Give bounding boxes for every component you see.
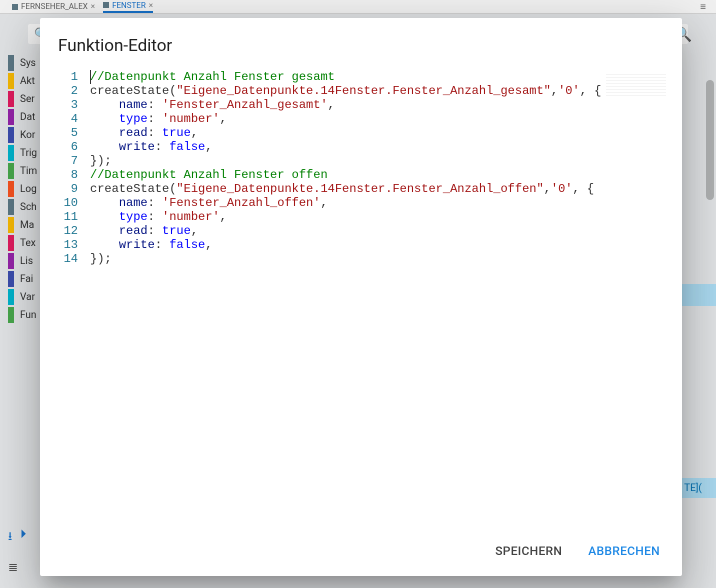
token-fn: , {: [573, 182, 595, 196]
code-line[interactable]: type: 'number',: [90, 112, 601, 126]
token-propname: read: [119, 126, 148, 140]
code-line[interactable]: //Datenpunkt Anzahl Fenster gesamt: [90, 70, 601, 84]
code-line[interactable]: type: 'number',: [90, 210, 601, 224]
token-fn: ,: [191, 224, 198, 238]
line-number: 5: [54, 126, 78, 140]
token-fn: });: [90, 154, 112, 168]
code-line[interactable]: read: true,: [90, 224, 601, 238]
line-number: 11: [54, 210, 78, 224]
line-number: 9: [54, 182, 78, 196]
dialog-actions: SPEICHERN ABBRECHEN: [40, 528, 682, 576]
token-type: type: [119, 210, 148, 224]
code-content[interactable]: //Datenpunkt Anzahl Fenster gesamtcreate…: [90, 70, 601, 266]
line-number: 1: [54, 70, 78, 84]
save-button[interactable]: SPEICHERN: [487, 538, 570, 564]
token-fn: ,: [544, 182, 551, 196]
code-line[interactable]: read: true,: [90, 126, 601, 140]
token-string: 'number': [162, 210, 220, 224]
code-line[interactable]: createState("Eigene_Datenpunkte.14Fenste…: [90, 84, 601, 98]
token-fn: ,: [205, 238, 212, 252]
cancel-button[interactable]: ABBRECHEN: [580, 538, 668, 564]
token-fn: });: [90, 252, 112, 266]
code-line[interactable]: write: false,: [90, 238, 601, 252]
dialog-title: Funktion-Editor: [40, 18, 682, 62]
token-comment: //Datenpunkt Anzahl Fenster offen: [90, 168, 328, 182]
token-comment: //Datenpunkt Anzahl Fenster gesamt: [90, 70, 335, 84]
line-number: 8: [54, 168, 78, 182]
token-fn: ,: [551, 84, 558, 98]
line-number: 3: [54, 98, 78, 112]
token-string: '0': [551, 182, 573, 196]
token-string: 'number': [162, 112, 220, 126]
token-colon: :: [148, 210, 162, 224]
code-line[interactable]: });: [90, 252, 601, 266]
code-line[interactable]: createState("Eigene_Datenpunkte.14Fenste…: [90, 182, 601, 196]
token-colon: :: [155, 140, 169, 154]
minimap[interactable]: [606, 74, 666, 98]
function-editor-dialog: Funktion-Editor 1234567891011121314 //Da…: [40, 18, 682, 576]
token-fn: ,: [205, 140, 212, 154]
token-string: 'Fenster_Anzahl_offen': [162, 196, 320, 210]
token-colon: :: [148, 196, 162, 210]
token-string: '0': [558, 84, 580, 98]
code-line[interactable]: name: 'Fenster_Anzahl_offen',: [90, 196, 601, 210]
token-propname: write: [119, 140, 155, 154]
code-line[interactable]: write: false,: [90, 140, 601, 154]
token-bool: true: [162, 224, 191, 238]
code-editor[interactable]: 1234567891011121314 //Datenpunkt Anzahl …: [54, 70, 668, 528]
token-fn: ,: [320, 196, 327, 210]
line-number: 2: [54, 84, 78, 98]
token-type: type: [119, 112, 148, 126]
line-number: 10: [54, 196, 78, 210]
token-fn: createState(: [90, 84, 176, 98]
line-number: 14: [54, 252, 78, 266]
line-number-gutter: 1234567891011121314: [54, 70, 84, 266]
token-bool: false: [169, 238, 205, 252]
token-string: "Eigene_Datenpunkte.14Fenster.Fenster_An…: [176, 84, 550, 98]
token-fn: ,: [220, 210, 227, 224]
line-number: 7: [54, 154, 78, 168]
token-bool: false: [169, 140, 205, 154]
token-colon: :: [148, 98, 162, 112]
token-colon: :: [155, 238, 169, 252]
code-line[interactable]: name: 'Fenster_Anzahl_gesamt',: [90, 98, 601, 112]
line-number: 12: [54, 224, 78, 238]
token-colon: :: [148, 224, 162, 238]
token-fn: ,: [328, 98, 335, 112]
token-propname: name: [119, 98, 148, 112]
token-fn: , {: [580, 84, 602, 98]
token-propname: name: [119, 196, 148, 210]
line-number: 13: [54, 238, 78, 252]
token-string: "Eigene_Datenpunkte.14Fenster.Fenster_An…: [176, 182, 543, 196]
token-string: 'Fenster_Anzahl_gesamt': [162, 98, 328, 112]
token-fn: createState(: [90, 182, 176, 196]
token-colon: :: [148, 126, 162, 140]
token-fn: ,: [191, 126, 198, 140]
code-line[interactable]: //Datenpunkt Anzahl Fenster offen: [90, 168, 601, 182]
line-number: 4: [54, 112, 78, 126]
line-number: 6: [54, 140, 78, 154]
token-colon: :: [148, 112, 162, 126]
token-propname: write: [119, 238, 155, 252]
code-line[interactable]: });: [90, 154, 601, 168]
token-bool: true: [162, 126, 191, 140]
token-fn: ,: [220, 112, 227, 126]
token-propname: read: [119, 224, 148, 238]
